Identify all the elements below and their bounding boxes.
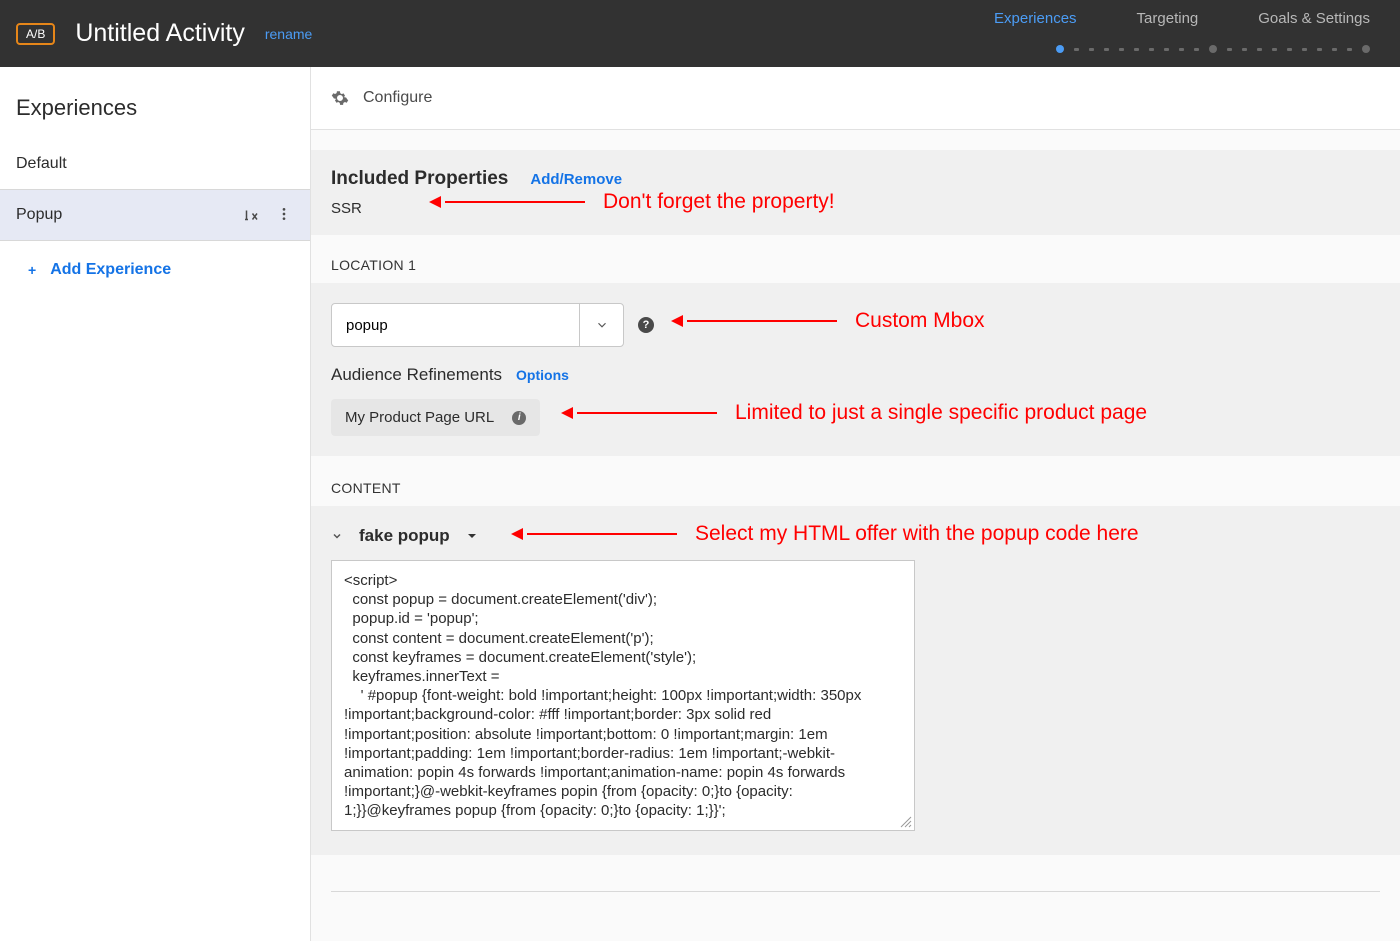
- progress-dots: [1056, 45, 1370, 53]
- add-experience-label: Add Experience: [50, 261, 171, 279]
- configure-label: Configure: [363, 89, 432, 107]
- workflow-steps: Experiences Targeting Goals & Settings: [994, 10, 1370, 27]
- experience-label: Default: [16, 155, 67, 173]
- audience-chip[interactable]: My Product Page URL i: [331, 399, 540, 436]
- mbox-select[interactable]: [331, 303, 624, 347]
- divider: [331, 891, 1380, 892]
- step-goals[interactable]: Goals & Settings: [1258, 10, 1370, 27]
- offer-section: fake popup Select my HTML offer with the…: [311, 506, 1400, 855]
- activity-title: Untitled Activity: [75, 19, 245, 48]
- resize-handle[interactable]: [900, 816, 912, 828]
- more-icon[interactable]: [276, 206, 294, 224]
- code-textarea[interactable]: <script> const popup = document.createEl…: [331, 560, 915, 831]
- chevron-down-icon[interactable]: [331, 530, 343, 542]
- property-value: SSR: [331, 200, 1380, 217]
- audience-options-link[interactable]: Options: [516, 367, 569, 383]
- experience-item-default[interactable]: Default: [0, 139, 310, 189]
- gear-icon: [331, 89, 349, 107]
- included-properties-section: Included Properties Add/Remove SSR Don't…: [311, 150, 1400, 235]
- add-experience-button[interactable]: + Add Experience: [0, 241, 310, 299]
- rename-link[interactable]: rename: [265, 26, 312, 42]
- offer-dropdown-icon[interactable]: [466, 530, 478, 542]
- annotation-audience: Limited to just a single specific produc…: [561, 401, 1147, 425]
- sidebar: Experiences Default Popup + Add Experien…: [0, 67, 311, 941]
- audience-chip-label: My Product Page URL: [345, 409, 494, 426]
- step-experiences[interactable]: Experiences: [994, 10, 1077, 27]
- sidebar-title: Experiences: [0, 67, 310, 139]
- rename-icon[interactable]: [242, 206, 260, 224]
- add-remove-link[interactable]: Add/Remove: [530, 171, 622, 188]
- step-targeting[interactable]: Targeting: [1137, 10, 1199, 27]
- top-bar: A/B Untitled Activity rename Experiences…: [0, 0, 1400, 67]
- experience-actions: [242, 206, 294, 224]
- audience-label: Audience Refinements: [331, 365, 502, 385]
- offer-name: fake popup: [359, 526, 450, 546]
- experience-item-popup[interactable]: Popup: [0, 189, 310, 241]
- mbox-input[interactable]: [332, 317, 579, 334]
- properties-title: Included Properties: [331, 168, 508, 190]
- plus-icon: +: [28, 262, 36, 278]
- content-area: Configure Included Properties Add/Remove…: [311, 67, 1400, 941]
- configure-bar[interactable]: Configure: [311, 67, 1400, 130]
- location-section: ? Custom Mbox Audience Refinements Optio…: [311, 283, 1400, 456]
- info-icon[interactable]: i: [512, 411, 526, 425]
- main-layout: Experiences Default Popup + Add Experien…: [0, 67, 1400, 941]
- location-label: LOCATION 1: [311, 235, 1400, 283]
- help-icon[interactable]: ?: [638, 317, 654, 333]
- content-label: CONTENT: [311, 456, 1400, 506]
- activity-type-badge: A/B: [16, 23, 55, 45]
- chevron-down-icon[interactable]: [579, 304, 623, 346]
- experience-label: Popup: [16, 206, 62, 224]
